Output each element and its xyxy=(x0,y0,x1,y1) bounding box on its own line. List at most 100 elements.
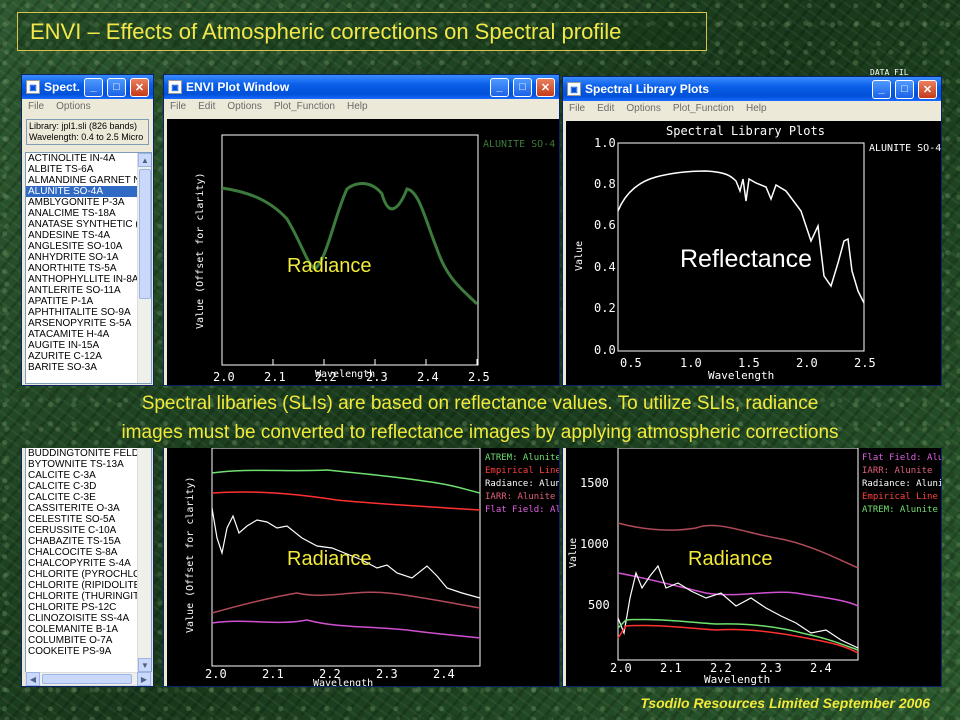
list-item[interactable]: CHLORITE PS-12C xyxy=(26,602,151,613)
list-item[interactable]: ACTINOLITE IN-4A xyxy=(26,153,151,164)
list-item[interactable]: ARSENOPYRITE S-5A xyxy=(26,318,151,329)
caption-line: images must be converted to reflectance … xyxy=(121,422,839,443)
minimize-button[interactable]: _ xyxy=(84,77,103,97)
reflectance-curve xyxy=(617,170,865,304)
list-item[interactable]: ANTHOPHYLLITE IN-8A xyxy=(26,274,151,285)
scroll-thumb[interactable] xyxy=(139,169,151,299)
plot-titlebar[interactable]: ▣ ENVI Plot Window _ □ ✕ xyxy=(164,75,559,99)
list-item[interactable]: COLUMBITE O-7A xyxy=(26,635,151,646)
scroll-thumb[interactable] xyxy=(42,674,132,684)
list-item[interactable]: CHABAZITE TS-15A xyxy=(26,536,151,547)
list-item[interactable]: ALUNITE SO-4A xyxy=(26,186,151,197)
list-item[interactable]: CLINOZOISITE SS-4A xyxy=(26,613,151,624)
library-listbox[interactable]: ACTINOLITE IN-4A ALBITE TS-6A ALMANDINE GA… xyxy=(25,152,152,384)
list-item[interactable]: BUDDINGTONITE FELD xyxy=(26,448,151,459)
menu-options[interactable]: Options xyxy=(227,101,261,115)
maximize-button[interactable]: □ xyxy=(513,77,532,97)
close-button[interactable]: ✕ xyxy=(536,77,555,97)
list-item[interactable]: CERUSSITE C-10A xyxy=(26,525,151,536)
plot-area[interactable]: 1500 1000 500 2.0 2.1 2.2 2.3 2.4 Wavele… xyxy=(566,448,942,686)
list-item[interactable]: AMBLYGONITE P-3A xyxy=(26,197,151,208)
list-item[interactable]: APATITE P-1A xyxy=(26,296,151,307)
menu-file[interactable]: File xyxy=(28,101,44,115)
scroll-left-icon[interactable]: ◀ xyxy=(26,672,40,686)
list-item[interactable]: CASSITERITE O-3A xyxy=(26,503,151,514)
menu-options[interactable]: Options xyxy=(626,103,660,117)
horizontal-scrollbar[interactable]: ◀ ▶ xyxy=(25,672,152,686)
menu-options[interactable]: Options xyxy=(56,101,90,115)
close-button[interactable]: ✕ xyxy=(130,77,149,97)
close-button[interactable]: ✕ xyxy=(918,79,937,99)
maximize-button[interactable]: □ xyxy=(107,77,126,97)
menu-file[interactable]: File xyxy=(170,101,186,115)
library-titlebar[interactable]: ▣ Spect... _ □ ✕ xyxy=(22,75,153,99)
maximize-button[interactable]: □ xyxy=(895,79,914,99)
list-item[interactable]: ANORTHITE TS-5A xyxy=(26,263,151,274)
plot-area[interactable]: Spectral Library Plots 1.0 0.8 0.6 0.4 0… xyxy=(566,121,941,385)
list-item[interactable]: ANHYDRITE SO-1A xyxy=(26,252,151,263)
y-axis-label: Value xyxy=(574,241,585,271)
list-item[interactable]: CHALCOCITE S-8A xyxy=(26,547,151,558)
menu-edit[interactable]: Edit xyxy=(597,103,614,117)
menu-plot-function[interactable]: Plot_Function xyxy=(673,103,734,117)
radiance-plot: 2.0 2.1 2.2 2.3 2.4 2.5 Wavelength Value… xyxy=(195,134,555,384)
list-item[interactable]: CHLORITE (THURINGIT xyxy=(26,591,151,602)
list-scrollbar[interactable]: ▼ xyxy=(137,448,151,672)
minimize-button[interactable]: _ xyxy=(872,79,891,99)
x-tick-label: 2.5 xyxy=(854,356,876,370)
menu-help[interactable]: Help xyxy=(746,103,767,117)
list-item[interactable]: CALCITE C-3E xyxy=(26,492,151,503)
y-tick-label: 1.0 xyxy=(594,136,616,150)
menu-help[interactable]: Help xyxy=(347,101,368,115)
list-scrollbar[interactable]: ▲ xyxy=(137,153,151,383)
spectral-library-plots-window: ▣ Spectral Library Plots _ □ ✕ File Edit… xyxy=(562,76,942,386)
list-item[interactable]: BARITE SO-3A xyxy=(26,362,151,373)
menu-file[interactable]: File xyxy=(569,103,585,117)
x-tick-label: 2.0 xyxy=(610,661,632,675)
caption: Spectral libaries (SLIs) are based on re… xyxy=(0,389,960,447)
list-item[interactable]: AZURITE C-12A xyxy=(26,351,151,362)
x-axis-label: Wavelength xyxy=(313,678,373,687)
plot-area[interactable]: 2.0 2.1 2.2 2.3 2.4 2.5 Wavelength Value… xyxy=(167,119,559,385)
scroll-down-icon[interactable]: ▼ xyxy=(138,658,151,672)
y-tick-label: 0.0 xyxy=(594,343,616,357)
y-axis-label: Value xyxy=(568,538,579,568)
list-item[interactable]: ATACAMITE H-4A xyxy=(26,329,151,340)
x-tick-label: 2.1 xyxy=(262,667,284,681)
list-item[interactable]: ANTLERITE SO-11A xyxy=(26,285,151,296)
menu-edit[interactable]: Edit xyxy=(198,101,215,115)
list-item[interactable]: ALBITE TS-6A xyxy=(26,164,151,175)
plot-area[interactable]: 2.0 2.1 2.2 2.3 2.4 Wavelength Value (Of… xyxy=(167,448,559,687)
list-item[interactable]: CHLORITE (PYROCHLO xyxy=(26,569,151,580)
x-axis-label: Wavelength xyxy=(704,673,770,686)
list-item[interactable]: ANGLESITE SO-10A xyxy=(26,241,151,252)
slide-title: ENVI – Effects of Atmospheric correction… xyxy=(17,12,707,51)
list-item[interactable]: ANATASE SYNTHETIC ( xyxy=(26,219,151,230)
menu-plot-function[interactable]: Plot_Function xyxy=(274,101,335,115)
library-plots-titlebar[interactable]: ▣ Spectral Library Plots _ □ ✕ xyxy=(563,77,941,101)
list-item[interactable]: CALCITE C-3A xyxy=(26,470,151,481)
radiance-curve xyxy=(221,182,479,306)
list-item[interactable]: AUGITE IN-15A xyxy=(26,340,151,351)
y-axis-label: Value (Offset for clarity) xyxy=(185,476,196,633)
list-item[interactable]: ALMANDINE GARNET N xyxy=(26,175,151,186)
x-tick-label: 2.4 xyxy=(810,661,832,675)
list-item[interactable]: ANDESINE TS-4A xyxy=(26,230,151,241)
list-item[interactable]: COLEMANITE B-1A xyxy=(26,624,151,635)
legend-entry-radiance: Radiance: Alunit xyxy=(862,479,942,489)
list-item[interactable]: ANALCIME TS-18A xyxy=(26,208,151,219)
list-item[interactable]: BYTOWNITE TS-13A xyxy=(26,459,151,470)
list-item[interactable]: APHTHITALITE SO-9A xyxy=(26,307,151,318)
library-menubar: File Options xyxy=(22,99,153,117)
list-item[interactable]: CELESTITE SO-5A xyxy=(26,514,151,525)
minimize-button[interactable]: _ xyxy=(490,77,509,97)
list-item[interactable]: CHALCOPYRITE S-4A xyxy=(26,558,151,569)
scroll-right-icon[interactable]: ▶ xyxy=(137,672,151,686)
scroll-up-icon[interactable]: ▲ xyxy=(138,153,151,167)
list-item[interactable]: CALCITE C-3D xyxy=(26,481,151,492)
list-item[interactable]: COOKEITE PS-9A xyxy=(26,646,151,657)
window-title: Spect... xyxy=(44,80,80,94)
legend-entry-flat-field: Flat Field: Alu xyxy=(485,505,559,515)
list-item[interactable]: CHLORITE (RIPIDOLITE xyxy=(26,580,151,591)
library-listbox[interactable]: BUDDINGTONITE FELD BYTOWNITE TS-13A CALCIT… xyxy=(25,448,152,673)
